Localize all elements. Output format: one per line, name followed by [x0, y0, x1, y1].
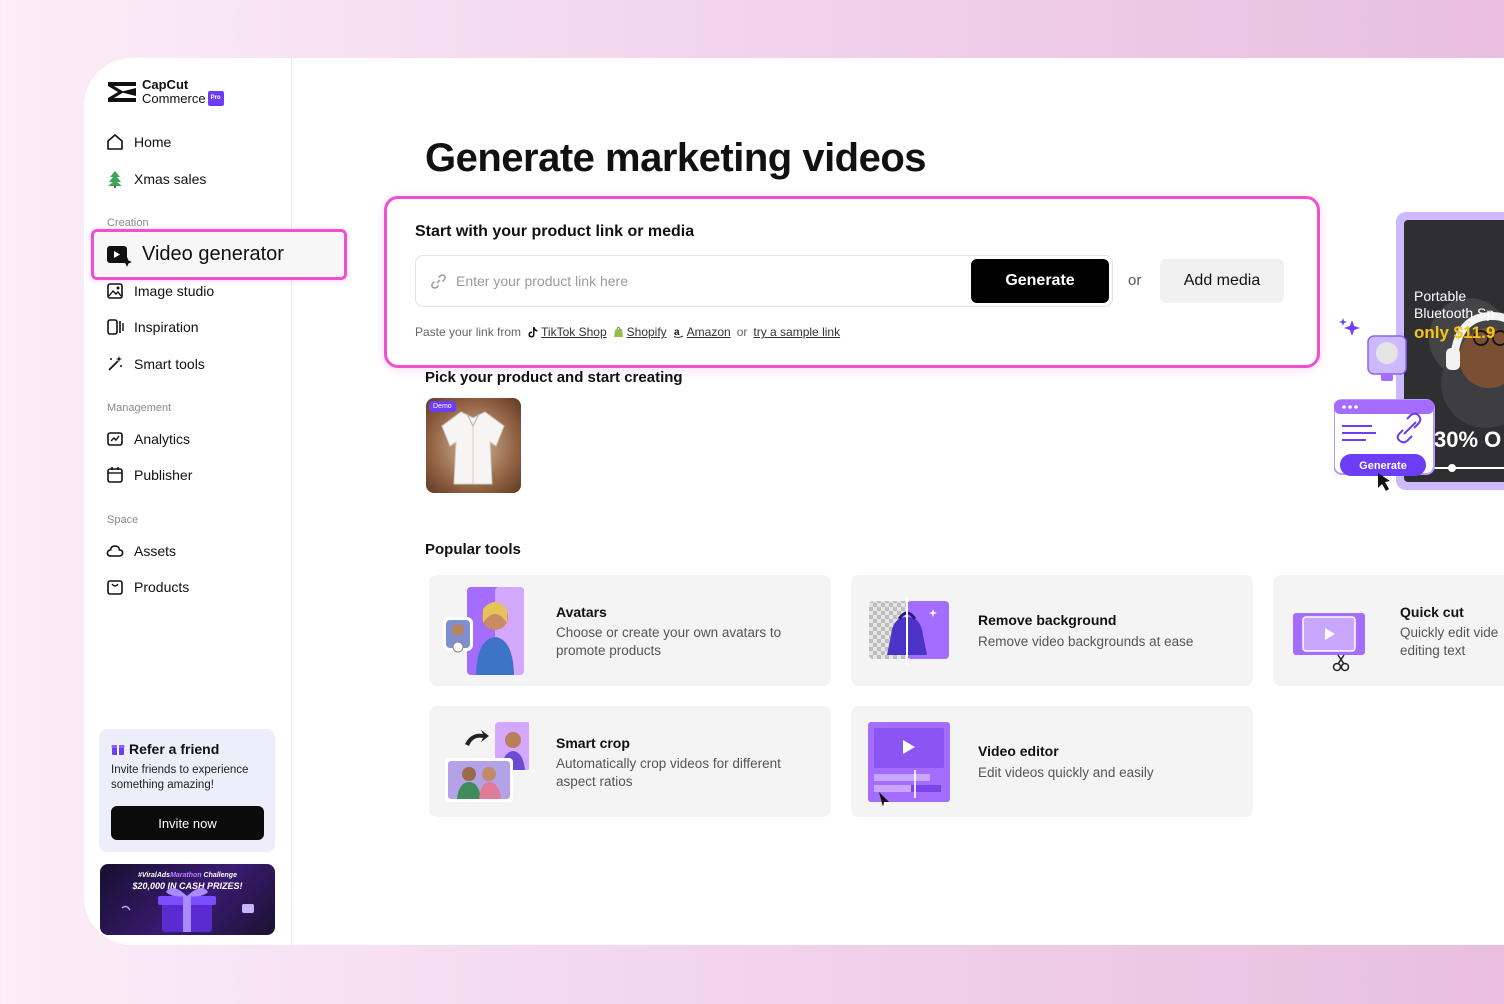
tool-name: Avatars: [556, 604, 607, 620]
shopify-icon: [613, 326, 623, 337]
svg-text:only $11.9: only $11.9: [1414, 323, 1495, 342]
sidebar-item-publisher[interactable]: Publisher: [106, 463, 192, 487]
sidebar-item-inspiration[interactable]: Inspiration: [106, 315, 199, 339]
app-window: CapCut Commerce Pro Home Xmas sales Crea…: [84, 58, 1504, 945]
svg-text:a: a: [674, 327, 680, 338]
refer-description: Invite friends to experience something a…: [111, 764, 249, 791]
magic-wand-icon: [108, 356, 122, 371]
product-link-input[interactable]: [456, 270, 956, 292]
hero-promo-illustration-icon: Portable Bluetooth Sp only $11.9 30% O G…: [1334, 212, 1504, 491]
sidebar-item-label: Products: [134, 579, 190, 595]
svg-text:Generate: Generate: [1359, 460, 1407, 472]
cloud-icon: [106, 545, 124, 557]
refer-a-friend-card: Refer a friend Invite friends to experie…: [99, 729, 275, 852]
sidebar-item-image-studio[interactable]: Image studio: [106, 279, 214, 303]
product-link-card: Start with your product link or media Ge…: [384, 196, 1320, 368]
sidebar-item-products[interactable]: Products: [106, 575, 189, 599]
quick-cut-thumbnail-icon: [1293, 613, 1365, 672]
avatars-thumbnail-icon: [443, 587, 524, 675]
sidebar-item-label: Smart tools: [134, 356, 205, 372]
add-media-button[interactable]: Add media: [1160, 259, 1284, 303]
tool-card-smart-crop[interactable]: Smart crop Automatically crop videos for…: [429, 706, 831, 817]
section-label-management: Management: [107, 402, 172, 414]
sidebar-item-xmas-sales[interactable]: Xmas sales: [106, 167, 206, 191]
sidebar-item-assets[interactable]: Assets: [106, 539, 176, 563]
pick-product-title: Pick your product and start creating: [425, 369, 683, 386]
card-heading: Start with your product link or media: [415, 223, 695, 240]
invite-now-button[interactable]: Invite now: [111, 806, 264, 840]
tool-card-video-editor[interactable]: Video editor Edit videos quickly and eas…: [851, 706, 1253, 817]
generate-button[interactable]: Generate: [971, 259, 1109, 303]
section-label-creation: Creation: [107, 217, 149, 229]
popular-tools-title: Popular tools: [425, 541, 521, 558]
tiktok-shop-link[interactable]: TikTok Shop: [527, 325, 607, 339]
sidebar-item-label: Analytics: [134, 431, 191, 447]
or-separator: or: [1128, 272, 1142, 289]
tool-description: Automatically crop videos for different …: [556, 756, 781, 789]
paste-link-sources: Paste your link from TikTok Shop Shopify…: [415, 325, 841, 339]
sidebar: CapCut Commerce Pro Home Xmas sales Crea…: [84, 58, 347, 945]
pro-badge: Pro: [207, 91, 224, 106]
home-icon: [107, 134, 123, 150]
amazon-link[interactable]: a Amazon: [673, 325, 731, 339]
sidebar-item-label: Home: [134, 134, 172, 150]
sidebar-item-home[interactable]: Home: [106, 130, 171, 154]
tool-card-quick-cut[interactable]: Quick cut Quickly edit vide editing text: [1273, 575, 1504, 686]
sidebar-item-label: Video generator: [142, 243, 284, 265]
video-editor-thumbnail-icon: [868, 722, 950, 806]
smart-crop-thumbnail-icon: [445, 722, 529, 802]
inspiration-icon: [107, 319, 124, 335]
tool-description: Edit videos quickly and easily: [978, 765, 1154, 780]
sidebar-item-video-generator[interactable]: Video generator: [91, 229, 347, 280]
sidebar-item-label: Publisher: [134, 467, 193, 483]
sidebar-item-analytics[interactable]: Analytics: [106, 427, 190, 451]
section-label-space: Space: [107, 514, 139, 526]
brand-name: CapCut: [142, 77, 189, 92]
sidebar-item-label: Image studio: [134, 283, 215, 299]
remove-background-thumbnail-icon: [869, 597, 949, 665]
sidebar-item-smart-tools[interactable]: Smart tools: [106, 352, 205, 376]
video-generator-icon: [107, 245, 132, 267]
page-title: Generate marketing videos: [425, 136, 927, 180]
tool-description: Quickly edit vide editing text: [1400, 625, 1499, 658]
shopify-link[interactable]: Shopify: [613, 325, 667, 339]
svg-text:Portable: Portable: [1414, 288, 1466, 304]
tiktok-icon: [528, 326, 538, 337]
sample-link[interactable]: try a sample link: [753, 325, 840, 339]
amazon-icon: a: [673, 327, 683, 338]
viral-ads-promo-banner[interactable]: #ViralAdsMarathon Challenge $20,000 IN C…: [100, 864, 275, 935]
capcut-commerce-logo[interactable]: CapCut Commerce Pro: [106, 78, 224, 106]
product-link-input-wrapper: Generate: [415, 255, 1113, 307]
analytics-icon: [107, 432, 123, 446]
sidebar-item-label: Inspiration: [134, 319, 199, 335]
shirt-image-icon: [441, 411, 505, 485]
calendar-icon: [107, 467, 123, 483]
xmas-tree-icon: [108, 171, 122, 188]
demo-product-thumbnail[interactable]: Demo: [426, 398, 521, 493]
tool-name: Video editor: [978, 743, 1059, 759]
sidebar-item-label: Assets: [134, 543, 177, 559]
tool-description: Choose or create your own avatars to pro…: [556, 625, 782, 658]
shopping-bag-icon: [107, 580, 123, 595]
tool-card-remove-background[interactable]: Remove background Remove video backgroun…: [851, 575, 1253, 686]
brand-subtitle: Commerce: [142, 91, 206, 106]
gift-icon: [111, 745, 125, 755]
tool-name: Quick cut: [1400, 604, 1464, 620]
image-studio-icon: [107, 283, 123, 299]
tool-name: Remove background: [978, 612, 1117, 628]
link-icon: [431, 274, 446, 289]
tool-description: Remove video backgrounds at ease: [978, 634, 1194, 649]
svg-text:30% O: 30% O: [1434, 427, 1501, 452]
tool-name: Smart crop: [556, 735, 630, 751]
sidebar-item-label: Xmas sales: [134, 171, 207, 187]
demo-badge: Demo: [429, 401, 456, 412]
svg-text:Bluetooth Sp: Bluetooth Sp: [1414, 305, 1494, 321]
capcut-logo-icon: [108, 82, 136, 102]
gift-box-illustration-icon: [121, 887, 254, 932]
tool-card-avatars[interactable]: Avatars Choose or create your own avatar…: [429, 575, 831, 686]
refer-title: Refer a friend: [129, 741, 220, 757]
